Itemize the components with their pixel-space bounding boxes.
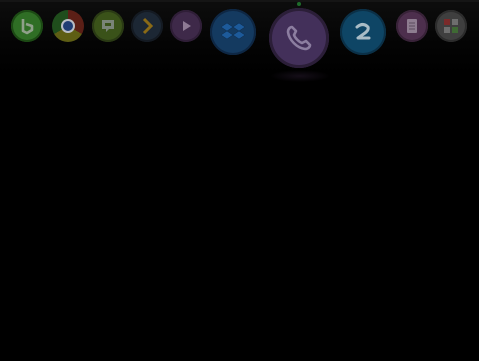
notepad-icon: [404, 17, 420, 35]
notes-app-button[interactable]: [396, 10, 428, 42]
focused-icon-reflection: [270, 70, 330, 82]
hangouts-app-button[interactable]: [92, 10, 124, 42]
bing-app-button[interactable]: [11, 10, 43, 42]
status-line: [0, 0, 479, 2]
chrome-icon: [60, 18, 76, 34]
plex-app-button[interactable]: [131, 10, 163, 42]
home-screen: [0, 0, 479, 361]
phone-app-button[interactable]: [269, 8, 329, 68]
chevron-right-icon: [139, 17, 155, 35]
play-icon: [179, 19, 193, 33]
chat-bubble-icon: [99, 17, 117, 35]
dropbox-app-button[interactable]: [210, 9, 256, 55]
gallery-icon: [441, 16, 461, 36]
bing-b-icon: [17, 16, 37, 36]
gallery-app-button[interactable]: [435, 10, 467, 42]
active-indicator-dot: [297, 2, 301, 6]
z-letter-icon: [351, 20, 375, 44]
dropbox-icon: [220, 20, 246, 44]
video-player-app-button[interactable]: [170, 10, 202, 42]
z-app-button[interactable]: [340, 9, 386, 55]
chrome-app-button[interactable]: [52, 10, 84, 42]
app-dock: [0, 0, 479, 82]
phone-handset-icon: [284, 23, 314, 53]
